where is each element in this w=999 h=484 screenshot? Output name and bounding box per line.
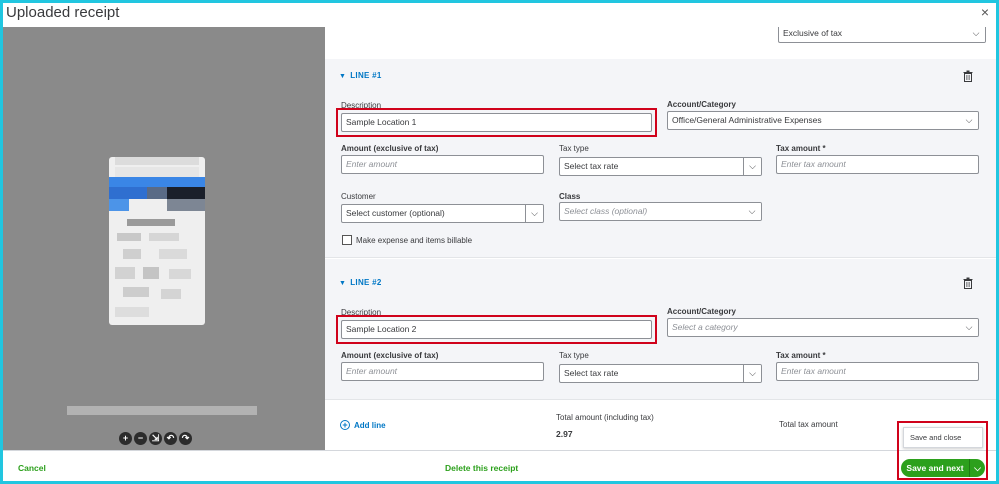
amount-input[interactable]: Enter amount: [341, 362, 544, 381]
add-line-button[interactable]: + Add line: [340, 420, 386, 430]
tax-type-value: Select tax rate: [564, 161, 619, 171]
dialog-title-bar: Uploaded receipt ×: [0, 0, 999, 27]
total-amount-label: Total amount (including tax): [556, 413, 654, 422]
amount-input[interactable]: Enter amount: [341, 155, 544, 174]
fit-icon[interactable]: ⇲: [149, 432, 162, 445]
tax-amount-label: Tax amount *: [776, 144, 826, 153]
caret-down-icon: ▼: [339, 280, 347, 287]
account-label: Account/Category: [667, 307, 736, 316]
line-1-section: ▼ LINE #1 Description Sample Location 1 A…: [325, 59, 996, 258]
class-placeholder: Select class (optional): [564, 206, 648, 216]
trash-icon[interactable]: [963, 277, 973, 289]
add-line-label: Add line: [354, 420, 386, 430]
line-2-section: ▼ LINE #2 Description Sample Location 2 A…: [325, 259, 996, 400]
receipt-image: [109, 157, 205, 325]
account-select[interactable]: Select a category ⌵: [667, 318, 979, 337]
chevron-down-icon: ⌵: [967, 27, 985, 42]
tax-mode-select[interactable]: Exclusive of tax ⌵: [778, 27, 986, 43]
tax-type-label: Tax type: [559, 144, 589, 153]
trash-icon[interactable]: [963, 70, 973, 82]
customer-select[interactable]: Select customer (optional) ⌵: [341, 204, 544, 223]
tax-amount-label: Tax amount *: [776, 351, 826, 360]
chevron-down-icon: ⌵: [525, 205, 543, 222]
customer-value: Select customer (optional): [346, 208, 445, 218]
receipt-form: Exclusive of tax ⌵ ▼ LINE #1 Description …: [325, 27, 996, 450]
tax-amount-input[interactable]: Enter tax amount: [776, 362, 979, 381]
account-select[interactable]: Office/General Administrative Expenses ⌵: [667, 111, 979, 130]
dialog-title: Uploaded receipt: [6, 4, 120, 21]
preview-zoom-controls: + − ⇲ ↶ ↷: [119, 432, 192, 445]
tax-type-value: Select tax rate: [564, 368, 619, 378]
dialog-footer: Cancel Delete this receipt Save and next…: [3, 450, 996, 481]
billable-label: Make expense and items billable: [356, 236, 473, 245]
zoom-out-icon[interactable]: −: [134, 432, 147, 445]
tax-type-label: Tax type: [559, 351, 589, 360]
total-tax-label: Total tax amount: [779, 420, 838, 429]
delete-receipt-button[interactable]: Delete this receipt: [445, 463, 518, 473]
rotate-right-icon[interactable]: ↷: [179, 432, 192, 445]
billable-checkbox[interactable]: [342, 235, 352, 245]
tax-amount-input[interactable]: Enter tax amount: [776, 155, 979, 174]
class-select[interactable]: Select class (optional) ⌵: [559, 202, 762, 221]
receipt-caption-bar: [67, 406, 257, 415]
receipt-preview: + − ⇲ ↶ ↷: [3, 27, 325, 450]
close-icon[interactable]: ×: [981, 5, 989, 19]
line-1-toggle[interactable]: ▼ LINE #1: [339, 71, 382, 80]
tax-mode-value: Exclusive of tax: [783, 28, 843, 38]
account-label: Account/Category: [667, 100, 736, 109]
line-2-toggle[interactable]: ▼ LINE #2: [339, 278, 382, 287]
customer-label: Customer: [341, 192, 376, 201]
cancel-button[interactable]: Cancel: [18, 463, 46, 473]
chevron-down-icon: ⌵: [743, 365, 761, 382]
chevron-down-icon: ⌵: [960, 112, 978, 129]
description-highlight: [336, 315, 657, 344]
tax-type-select[interactable]: Select tax rate ⌵: [559, 157, 762, 176]
rotate-left-icon[interactable]: ↶: [164, 432, 177, 445]
account-placeholder: Select a category: [672, 322, 738, 332]
amount-label: Amount (exclusive of tax): [341, 351, 439, 360]
caret-down-icon: ▼: [339, 73, 347, 80]
class-label: Class: [559, 192, 581, 201]
description-highlight: [336, 108, 657, 137]
save-actions-highlight: [897, 421, 988, 480]
total-amount-value: 2.97: [556, 429, 573, 439]
amount-label: Amount (exclusive of tax): [341, 144, 439, 153]
plus-circle-icon: +: [340, 420, 350, 430]
zoom-in-icon[interactable]: +: [119, 432, 132, 445]
chevron-down-icon: ⌵: [743, 203, 761, 220]
chevron-down-icon: ⌵: [960, 319, 978, 336]
account-value: Office/General Administrative Expenses: [672, 115, 822, 125]
chevron-down-icon: ⌵: [743, 158, 761, 175]
tax-type-select[interactable]: Select tax rate ⌵: [559, 364, 762, 383]
